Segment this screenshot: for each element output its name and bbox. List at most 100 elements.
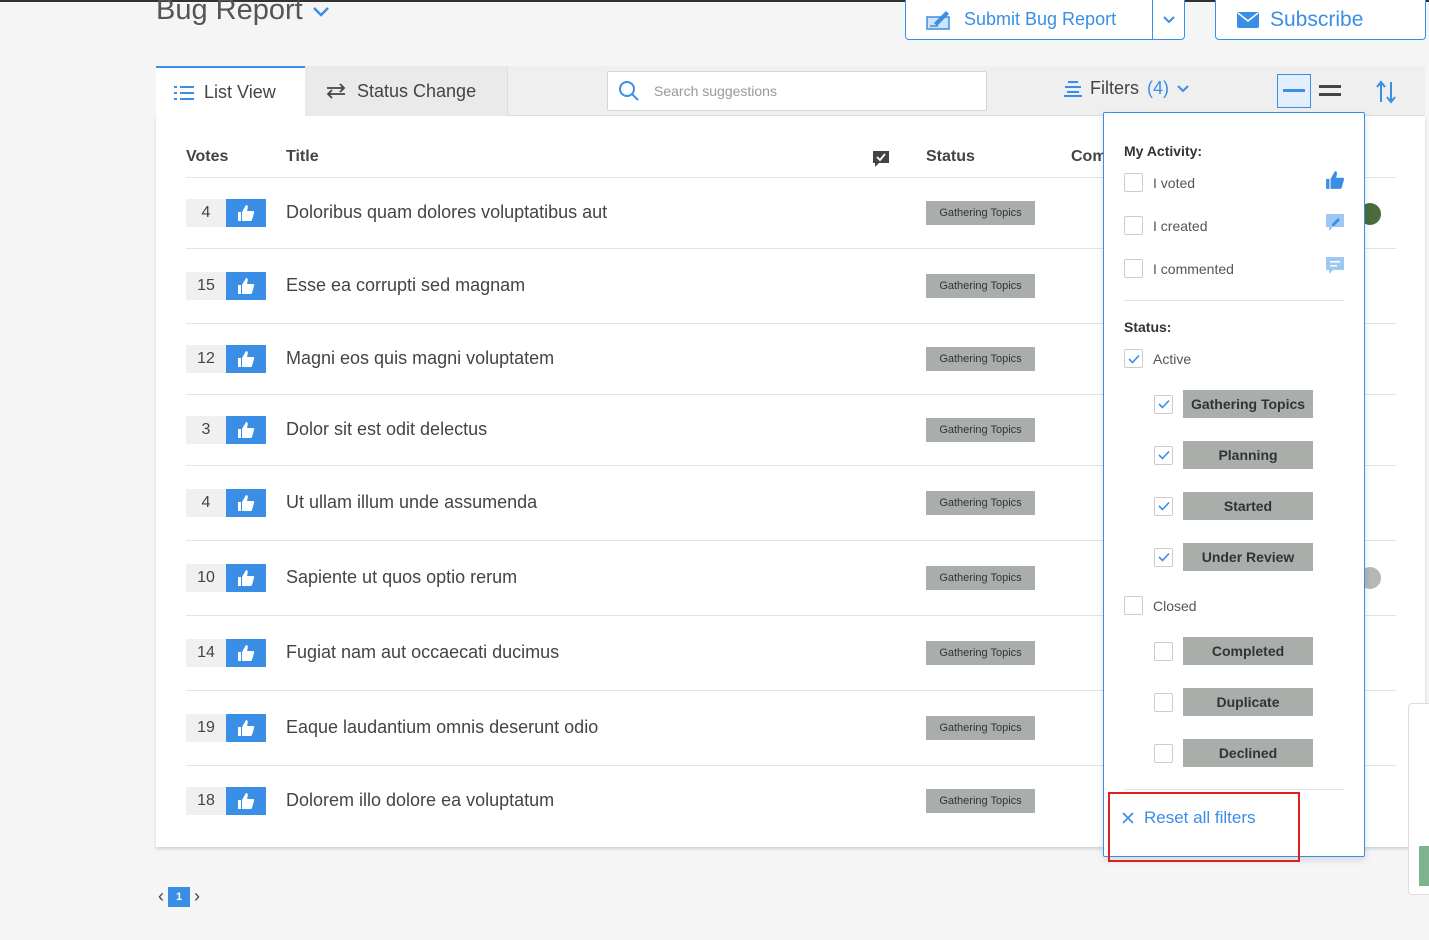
filter-status-gathering-topics[interactable]: Gathering Topics [1154, 390, 1313, 418]
filters-button[interactable]: Filters (4) [1064, 78, 1189, 99]
checkmark-icon [1157, 399, 1170, 409]
vote-count: 10 [186, 564, 226, 592]
checkmark-icon [1157, 552, 1170, 562]
vote-control: 4 [186, 489, 266, 517]
suggestion-title[interactable]: Dolor sit est odit delectus [286, 419, 487, 440]
subscribe-label: Subscribe [1270, 7, 1364, 31]
tab-list-view-label: List View [204, 82, 276, 102]
page-title[interactable]: Bug Report [156, 0, 331, 27]
double-line-icon [1319, 85, 1341, 96]
status-badge: Duplicate [1183, 688, 1313, 716]
tab-status-change[interactable]: Status Change [305, 66, 508, 116]
suggestion-title[interactable]: Doloribus quam dolores voluptatibus aut [286, 202, 607, 223]
checkbox[interactable] [1154, 743, 1173, 763]
submit-options-dropdown[interactable] [1152, 0, 1184, 39]
checkmark-icon [1127, 354, 1140, 364]
edit-form-icon [926, 10, 950, 30]
checkbox[interactable] [1124, 259, 1143, 278]
suggestion-title[interactable]: Fugiat nam aut occaecati ducimus [286, 642, 559, 663]
prev-page-arrow[interactable]: ‹ [156, 886, 166, 907]
upvote-button[interactable] [226, 416, 266, 444]
compact-view-button[interactable] [1277, 74, 1311, 108]
next-page-arrow[interactable]: › [192, 886, 202, 907]
suggestion-title[interactable]: Dolorem illo dolore ea voluptatum [286, 790, 554, 811]
filter-closed[interactable]: Closed [1124, 596, 1197, 615]
filters-label: Filters [1090, 78, 1139, 98]
upvote-button[interactable] [226, 489, 266, 517]
filter-status-completed[interactable]: Completed [1154, 637, 1313, 665]
filter-active[interactable]: Active [1124, 349, 1191, 368]
side-widget-accent [1419, 846, 1429, 886]
thumbs-up-icon [238, 793, 255, 809]
suggestion-title[interactable]: Ut ullam illum unde assumenda [286, 492, 537, 513]
filter-status-duplicate[interactable]: Duplicate [1154, 688, 1313, 716]
filter-label: I commented [1153, 260, 1234, 277]
search-input[interactable] [654, 83, 954, 99]
edit-bubble-icon [1324, 212, 1346, 234]
page-number[interactable]: 1 [168, 886, 190, 907]
filter-lines-icon [1064, 80, 1082, 97]
suggestion-title[interactable]: Esse ea corrupti sed magnam [286, 275, 525, 296]
checkbox[interactable] [1154, 641, 1173, 661]
vote-count: 12 [186, 345, 226, 373]
col-title[interactable]: Title [286, 148, 319, 166]
checkbox[interactable] [1124, 596, 1143, 615]
suggestion-title[interactable]: Eaque laudantium omnis deserunt odio [286, 717, 598, 738]
filter-i-commented[interactable]: I commented [1124, 259, 1234, 278]
filter-status-started[interactable]: Started [1154, 492, 1313, 520]
suggestion-title[interactable]: Sapiente ut quos optio rerum [286, 567, 517, 588]
upvote-button[interactable] [226, 199, 266, 227]
filter-i-voted[interactable]: I voted [1124, 173, 1195, 192]
suggestion-title[interactable]: Magni eos quis magni voluptatem [286, 348, 554, 369]
col-votes[interactable]: Votes [186, 148, 228, 166]
upvote-button[interactable] [226, 639, 266, 667]
search-box [607, 71, 987, 111]
divider [1124, 789, 1344, 790]
upvote-button[interactable] [226, 714, 266, 742]
vote-control: 4 [186, 199, 266, 227]
chevron-down-icon [1177, 84, 1189, 92]
submit-bug-report-button[interactable]: Submit Bug Report [906, 0, 1152, 39]
side-widget[interactable] [1408, 703, 1429, 895]
vote-control: 18 [186, 787, 266, 815]
filters-count: (4) [1147, 78, 1169, 98]
status-badge: Gathering Topics [926, 274, 1035, 298]
status-badge: Completed [1183, 637, 1313, 665]
comment-check-icon [873, 151, 889, 167]
highlight-box [1108, 792, 1300, 862]
filter-status-under-review[interactable]: Under Review [1154, 543, 1313, 571]
divider [1124, 300, 1344, 301]
checkbox-checked[interactable] [1154, 394, 1173, 414]
checkbox-checked[interactable] [1154, 547, 1173, 567]
filter-label: I voted [1153, 174, 1196, 191]
col-status[interactable]: Status [926, 148, 975, 166]
submit-bug-report-label: Submit Bug Report [964, 9, 1117, 29]
filter-status-declined[interactable]: Declined [1154, 739, 1313, 767]
checkbox-checked[interactable] [1154, 496, 1173, 516]
checkbox-checked[interactable] [1154, 445, 1173, 465]
tab-list-view[interactable]: List View [156, 66, 305, 117]
status-badge: Under Review [1183, 543, 1313, 571]
upvote-button[interactable] [226, 272, 266, 300]
filter-i-created[interactable]: I created [1124, 216, 1207, 235]
checkmark-icon [1157, 450, 1170, 460]
col-comments[interactable]: Com [1071, 148, 1107, 166]
vote-control: 10 [186, 564, 266, 592]
vote-control: 19 [186, 714, 266, 742]
checkbox[interactable] [1154, 692, 1173, 712]
checkbox[interactable] [1124, 216, 1143, 235]
upvote-button[interactable] [226, 564, 266, 592]
thumbs-up-icon [238, 422, 255, 438]
checkbox-checked[interactable] [1124, 349, 1143, 368]
filter-status-planning[interactable]: Planning [1154, 441, 1313, 469]
upvote-button[interactable] [226, 345, 266, 373]
vote-control: 12 [186, 345, 266, 373]
subscribe-button[interactable]: Subscribe [1215, 0, 1426, 40]
upvote-button[interactable] [226, 787, 266, 815]
expanded-view-button[interactable] [1313, 74, 1347, 108]
status-badge: Gathering Topics [926, 789, 1035, 813]
vote-control: 3 [186, 416, 266, 444]
sort-button[interactable] [1373, 78, 1399, 106]
checkbox[interactable] [1124, 173, 1143, 192]
thumbs-up-icon [238, 495, 255, 511]
